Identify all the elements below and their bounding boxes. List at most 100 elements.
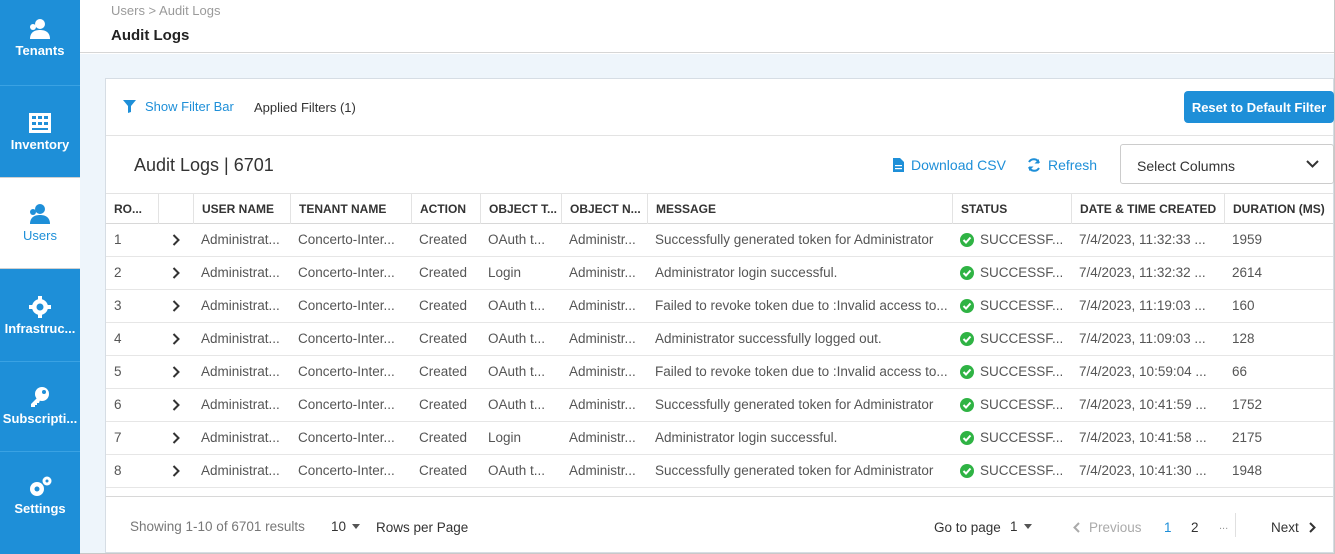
expand-row-button[interactable]	[158, 323, 193, 355]
column-header-row-number[interactable]: RO...	[106, 194, 158, 224]
cell-object-type: OAuth t...	[488, 331, 546, 346]
goto-page-select[interactable]: 1	[1010, 519, 1032, 534]
cell-tenant-name: Concerto-Inter...	[298, 397, 395, 412]
column-header-tenant-name[interactable]: TENANT NAME	[290, 194, 411, 224]
cell-tenant-name: Concerto-Inter...	[298, 430, 395, 445]
cell-date-time-created: 7/4/2023, 10:59:04 ...	[1079, 364, 1207, 379]
cell-object-name: Administr...	[569, 232, 636, 247]
cell-object-type: OAuth t...	[488, 232, 546, 247]
table-row[interactable]: 4 Administrat... Concerto-Inter... Created O…	[106, 323, 1333, 356]
refresh-label: Refresh	[1048, 157, 1098, 173]
cell-action: Created	[419, 364, 468, 379]
cell-user-name: Administrat...	[201, 463, 280, 478]
cell-object-name: Administr...	[569, 331, 636, 346]
cell-user-name: Administrat...	[201, 232, 280, 247]
table-title: Audit Logs | 6701	[134, 155, 274, 175]
chevron-right-icon	[172, 300, 180, 313]
next-page-button[interactable]: Next	[1271, 520, 1316, 535]
sidebar-item-inventory[interactable]: Inventory	[0, 112, 80, 152]
cell-tenant-name: Concerto-Inter...	[298, 463, 395, 478]
sidebar-item-settings[interactable]: Settings	[0, 476, 80, 516]
expand-row-button[interactable]	[158, 290, 193, 322]
column-header-object-name[interactable]: OBJECT N...	[561, 194, 647, 224]
table-header: RO... USER NAME TENANT NAME ACTION OBJECT T.…	[106, 193, 1333, 224]
caret-down-icon	[1023, 524, 1032, 529]
column-header-date-time-created[interactable]: DATE & TIME CREATED	[1071, 194, 1224, 224]
status-text: SUCCESSF...	[980, 331, 1064, 346]
download-csv-label: Download CSV	[911, 157, 1006, 173]
gears-icon	[30, 476, 52, 496]
table-row[interactable]: 3 Administrat... Concerto-Inter... Created O…	[106, 290, 1333, 323]
download-csv-button[interactable]: Download CSV	[893, 157, 1006, 173]
sidebar-item-subscriptions[interactable]: Subscripti...	[0, 386, 80, 426]
expand-row-button[interactable]	[158, 455, 193, 487]
column-header-expand[interactable]	[158, 194, 193, 224]
breadcrumb[interactable]: Users > Audit Logs	[111, 3, 220, 18]
column-header-action[interactable]: ACTION	[411, 194, 480, 224]
table-row[interactable]: 2 Administrat... Concerto-Inter... Created L…	[106, 257, 1333, 290]
status-text: SUCCESSF...	[980, 430, 1064, 445]
table-row[interactable]: 6 Administrat... Concerto-Inter... Created O…	[106, 389, 1333, 422]
expand-row-button[interactable]	[158, 224, 193, 256]
chevron-right-icon	[172, 432, 180, 445]
chevron-right-icon	[172, 366, 180, 379]
table-toolbar: Audit Logs | 6701 Download CSV Refresh S…	[106, 136, 1334, 193]
previous-page-button[interactable]: Previous	[1073, 520, 1142, 535]
gear-icon	[29, 296, 51, 318]
goto-page-value: 1	[1010, 519, 1018, 534]
status-text: SUCCESSF...	[980, 397, 1064, 412]
refresh-button[interactable]: Refresh	[1027, 157, 1097, 173]
rows-per-page-select[interactable]: 10	[331, 519, 361, 534]
column-header-status[interactable]: STATUS	[952, 194, 1071, 224]
page-ellipsis: ...	[1219, 520, 1229, 532]
page-2-button[interactable]: 2	[1191, 520, 1199, 535]
expand-row-button[interactable]	[158, 356, 193, 388]
column-header-message[interactable]: MESSAGE	[647, 194, 952, 224]
cell-row-number: 1	[114, 232, 122, 247]
filter-bar: Show Filter Bar Applied Filters (1) Rese…	[106, 79, 1334, 136]
previous-label: Previous	[1089, 520, 1142, 535]
cell-tenant-name: Concerto-Inter...	[298, 232, 395, 247]
cell-message: Failed to revoke token due to :Invalid a…	[655, 364, 948, 379]
sidebar-item-tenants[interactable]: Tenants	[0, 18, 80, 58]
chevron-right-icon	[172, 399, 180, 412]
status-text: SUCCESSF...	[980, 364, 1064, 379]
cell-object-type: Login	[488, 265, 522, 280]
page-1-button[interactable]: 1	[1164, 520, 1172, 535]
rows-per-page-label: Rows per Page	[376, 520, 469, 535]
check-circle-icon	[960, 266, 974, 280]
select-columns-dropdown[interactable]: Select Columns	[1120, 144, 1334, 184]
column-header-duration[interactable]: DURATION (MS)	[1224, 194, 1333, 224]
expand-row-button[interactable]	[158, 422, 193, 454]
column-header-user-name[interactable]: USER NAME	[193, 194, 290, 224]
sidebar-divider	[0, 361, 80, 362]
sidebar-item-users[interactable]: Users	[0, 177, 80, 269]
table-row[interactable]: 5 Administrat... Concerto-Inter... Created O…	[106, 356, 1333, 389]
chevron-right-icon	[172, 267, 180, 280]
cell-message: Successfully generated token for Adminis…	[655, 397, 934, 412]
reset-default-filter-button[interactable]: Reset to Default Filter	[1184, 91, 1334, 123]
cell-date-time-created: 7/4/2023, 11:09:03 ...	[1079, 331, 1206, 346]
expand-row-button[interactable]	[158, 257, 193, 289]
cell-tenant-name: Concerto-Inter...	[298, 298, 395, 313]
cell-duration: 128	[1232, 331, 1255, 346]
chevron-right-icon	[172, 234, 180, 247]
cell-duration: 2614	[1232, 265, 1263, 280]
caret-down-icon	[352, 524, 361, 529]
sidebar-item-infrastructure[interactable]: Infrastruc...	[0, 296, 80, 336]
table-row[interactable]: 8 Administrat... Concerto-Inter... Created O…	[106, 455, 1333, 488]
cell-message: Administrator successfully logged out.	[655, 331, 882, 346]
cell-row-number: 6	[114, 397, 122, 412]
table-row[interactable]: 1 Administrat... Concerto-Inter... Created O…	[106, 224, 1333, 257]
check-circle-icon	[960, 464, 974, 478]
cell-duration: 1948	[1232, 463, 1263, 478]
cell-object-name: Administr...	[569, 397, 636, 412]
column-header-object-type[interactable]: OBJECT T...	[480, 194, 561, 224]
show-filter-bar-button[interactable]: Show Filter Bar	[123, 99, 234, 114]
table-row[interactable]: 7 Administrat... Concerto-Inter... Created L…	[106, 422, 1333, 455]
expand-row-button[interactable]	[158, 389, 193, 421]
chevron-down-icon	[1306, 160, 1319, 168]
cell-status: SUCCESSF...	[952, 290, 1071, 322]
applied-filters[interactable]: Applied Filters (1)	[254, 100, 356, 115]
cell-user-name: Administrat...	[201, 331, 280, 346]
